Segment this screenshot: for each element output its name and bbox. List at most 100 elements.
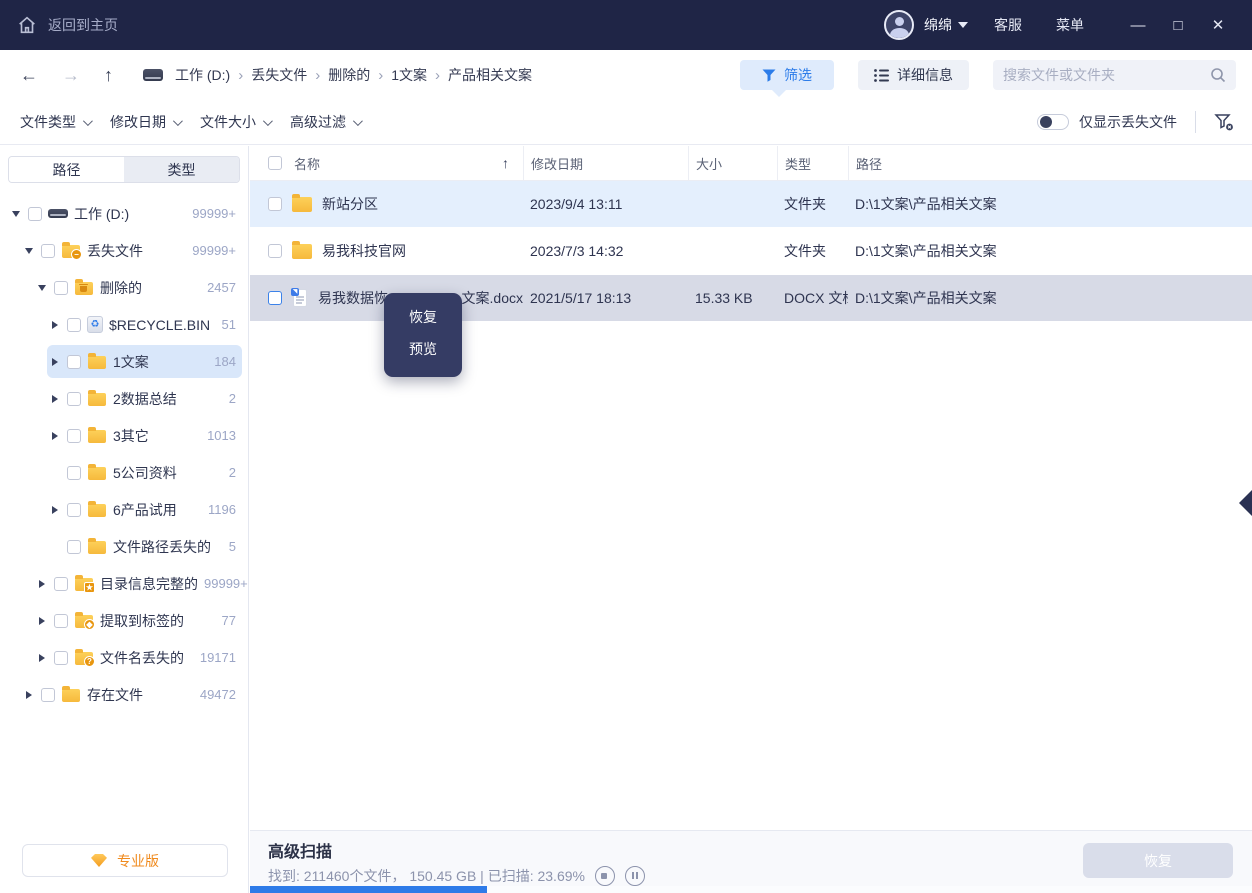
collapse-arrow-icon[interactable] xyxy=(49,358,61,366)
search-input[interactable] xyxy=(1003,67,1210,83)
checkbox[interactable] xyxy=(67,540,81,554)
folder-question-icon: ? xyxy=(74,650,94,666)
collapse-arrow-icon[interactable] xyxy=(49,506,61,514)
table-row[interactable]: 易我科技官网 2023/7/3 14:32 文件夹 D:\1文案\产品相关文案 xyxy=(250,228,1252,275)
file-size-dropdown[interactable]: 文件大小 xyxy=(200,112,270,132)
column-header-name[interactable]: 名称 xyxy=(294,154,320,173)
back-arrow-button[interactable]: ← xyxy=(20,65,38,86)
column-header-size[interactable]: 大小 xyxy=(688,146,777,180)
context-menu-preview[interactable]: 预览 xyxy=(384,333,462,365)
user-name[interactable]: 绵绵 xyxy=(924,15,952,35)
collapse-arrow-icon[interactable] xyxy=(49,395,61,403)
table-header: 名称 ↑ 修改日期 大小 类型 路径 xyxy=(250,146,1252,181)
scan-info: 找到: 211460个文件， 150.45 GB | 已扫描: 23.69% xyxy=(268,866,585,886)
breadcrumb-item[interactable]: 删除的 xyxy=(328,65,370,85)
row-checkbox[interactable] xyxy=(268,291,282,305)
tree-item-existing-files[interactable]: 存在文件 49472 xyxy=(0,676,248,713)
checkbox[interactable] xyxy=(67,318,81,332)
tab-path[interactable]: 路径 xyxy=(9,157,124,182)
expand-arrow-icon[interactable] xyxy=(10,211,22,217)
checkbox[interactable] xyxy=(54,281,68,295)
select-all-checkbox[interactable] xyxy=(268,156,282,170)
tree-item-folder-6trial[interactable]: 6产品试用 1196 xyxy=(0,491,248,528)
file-type: 文件夹 xyxy=(777,228,848,274)
filter-button[interactable]: 筛选 xyxy=(740,60,834,90)
docx-file-icon: ◥ xyxy=(291,288,309,308)
collapse-arrow-icon[interactable] xyxy=(49,432,61,440)
column-header-type[interactable]: 类型 xyxy=(777,146,848,180)
advanced-filter-dropdown[interactable]: 高级过滤 xyxy=(290,112,360,132)
forward-arrow-button[interactable]: → xyxy=(62,65,80,86)
tree-item-recycle-bin[interactable]: ♻ $RECYCLE.BIN 51 xyxy=(0,306,248,343)
tree-item-dir-complete[interactable]: ★ 目录信息完整的 99999+ xyxy=(0,565,248,602)
lost-files-only-toggle[interactable] xyxy=(1037,114,1069,130)
breadcrumb-item[interactable]: 1文案 xyxy=(391,65,427,85)
checkbox[interactable] xyxy=(67,429,81,443)
checkbox[interactable] xyxy=(67,392,81,406)
checkbox[interactable] xyxy=(67,355,81,369)
maximize-button[interactable]: □ xyxy=(1158,17,1198,34)
checkbox[interactable] xyxy=(54,651,68,665)
tree-item-deleted[interactable]: 删除的 2457 xyxy=(0,269,248,306)
context-menu-recover[interactable]: 恢复 xyxy=(384,301,462,333)
stop-scan-button[interactable] xyxy=(595,866,615,886)
tab-type[interactable]: 类型 xyxy=(124,157,239,182)
tree-item-folder-3other[interactable]: 3其它 1013 xyxy=(0,417,248,454)
close-button[interactable]: ✕ xyxy=(1198,16,1238,34)
checkbox[interactable] xyxy=(41,244,55,258)
file-date: 2023/7/3 14:32 xyxy=(523,228,688,274)
drive-icon xyxy=(143,69,163,81)
collapse-arrow-icon[interactable] xyxy=(36,654,48,662)
modified-date-dropdown[interactable]: 修改日期 xyxy=(110,112,180,132)
expand-arrow-icon[interactable] xyxy=(23,248,35,254)
collapse-arrow-icon[interactable] xyxy=(49,321,61,329)
chevron-down-icon xyxy=(353,116,363,126)
tree-item-folder-2data[interactable]: 2数据总结 2 xyxy=(0,380,248,417)
support-button[interactable]: 客服 xyxy=(994,15,1022,35)
expand-arrow-icon[interactable] xyxy=(36,285,48,291)
checkbox[interactable] xyxy=(28,207,42,221)
collapse-arrow-icon[interactable] xyxy=(36,580,48,588)
minimize-button[interactable]: — xyxy=(1118,17,1158,34)
tree-item-tag-extracted[interactable]: ◆ 提取到标签的 77 xyxy=(0,602,248,639)
upgrade-pro-button[interactable]: 专业版 xyxy=(22,844,228,877)
pause-scan-button[interactable] xyxy=(625,866,645,886)
recover-button[interactable]: 恢复 xyxy=(1083,843,1233,878)
tree-item-name-lost[interactable]: ? 文件名丢失的 19171 xyxy=(0,639,248,676)
tree-item-lost-files[interactable]: − 丢失文件 99999+ xyxy=(0,232,248,269)
title-bar: 返回到主页 绵绵 客服 菜单 — □ ✕ xyxy=(0,0,1252,50)
up-arrow-button[interactable]: ↑ xyxy=(104,65,113,86)
back-to-home[interactable]: 返回到主页 xyxy=(0,14,118,36)
user-avatar[interactable] xyxy=(884,10,914,40)
row-checkbox[interactable] xyxy=(268,244,282,258)
collapse-arrow-icon[interactable] xyxy=(23,691,35,699)
file-path: D:\1文案\产品相关文案 xyxy=(848,228,1252,274)
column-header-date[interactable]: 修改日期 xyxy=(523,146,688,180)
breadcrumb-item[interactable]: 工作 (D:) xyxy=(175,65,230,85)
file-type-dropdown[interactable]: 文件类型 xyxy=(20,112,90,132)
checkbox[interactable] xyxy=(54,577,68,591)
menu-button[interactable]: 菜单 xyxy=(1056,15,1084,35)
details-button[interactable]: 详细信息 xyxy=(858,60,969,90)
tree-item-work-drive[interactable]: 工作 (D:) 99999+ xyxy=(0,195,248,232)
search-icon[interactable] xyxy=(1210,67,1226,83)
tree-item-folder-1wenan[interactable]: 1文案 184 xyxy=(0,343,248,380)
collapse-arrow-icon[interactable] xyxy=(36,617,48,625)
row-checkbox[interactable] xyxy=(268,197,282,211)
checkbox[interactable] xyxy=(67,466,81,480)
checkbox[interactable] xyxy=(41,688,55,702)
file-list-panel: 名称 ↑ 修改日期 大小 类型 路径 新站分区 2023/9/4 13:11 文… xyxy=(250,146,1252,893)
breadcrumb-item[interactable]: 丢失文件 xyxy=(251,65,307,85)
panel-collapse-handle[interactable] xyxy=(1239,490,1252,516)
clear-filter-icon[interactable] xyxy=(1214,112,1234,132)
column-header-path[interactable]: 路径 xyxy=(848,146,1252,180)
checkbox[interactable] xyxy=(54,614,68,628)
search-box xyxy=(993,60,1236,90)
tree-item-folder-5company[interactable]: 5公司资料 2 xyxy=(0,454,248,491)
tree-item-path-lost[interactable]: 文件路径丢失的 5 xyxy=(0,528,248,565)
checkbox[interactable] xyxy=(67,503,81,517)
breadcrumb-item[interactable]: 产品相关文案 xyxy=(448,65,532,85)
table-row[interactable]: 新站分区 2023/9/4 13:11 文件夹 D:\1文案\产品相关文案 xyxy=(250,181,1252,228)
sort-ascending-icon[interactable]: ↑ xyxy=(502,155,509,171)
user-dropdown-caret-icon[interactable] xyxy=(958,22,968,28)
